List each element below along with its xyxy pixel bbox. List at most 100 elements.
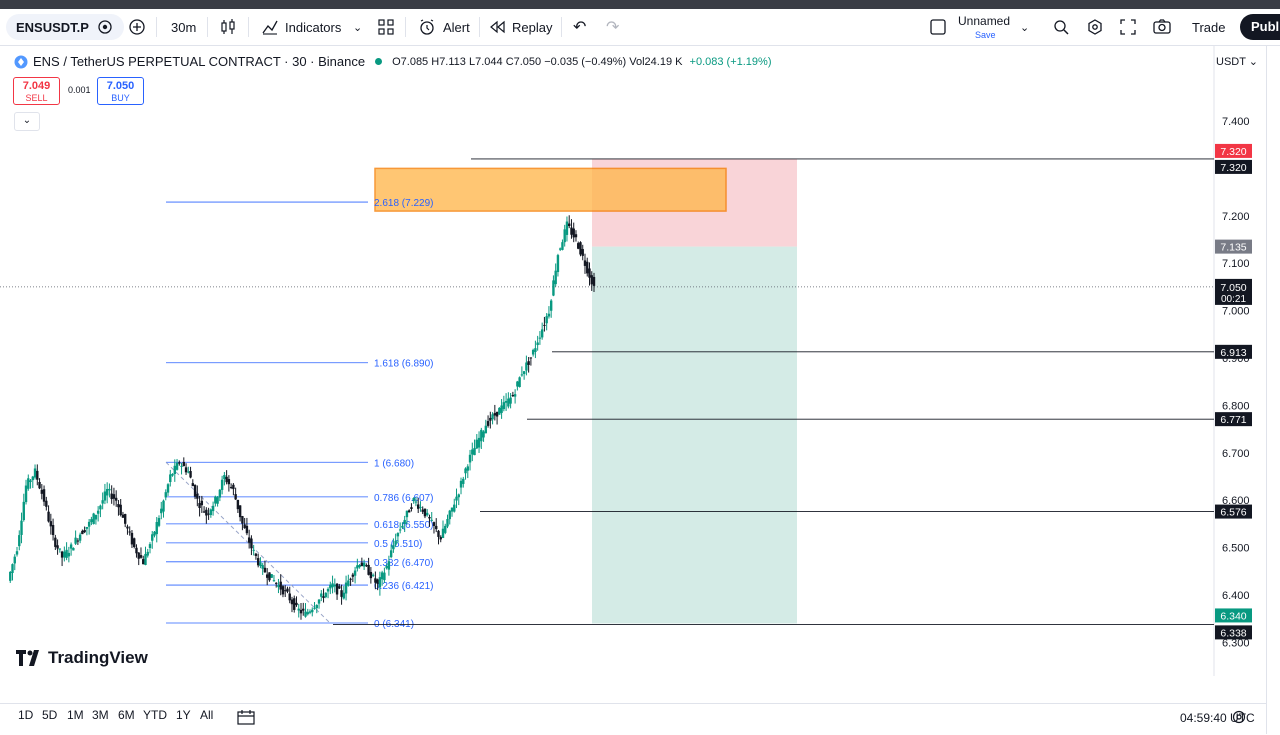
market-status-dot-icon: [375, 58, 383, 65]
candlestick: [367, 557, 370, 576]
compare-icon[interactable]: [96, 9, 114, 45]
candle-body: [128, 531, 131, 533]
candle-body: [121, 514, 125, 518]
alert-button[interactable]: Alert: [443, 9, 470, 45]
candle-body: [290, 599, 294, 605]
candle-body: [169, 474, 172, 483]
price-badge[interactable]: 7.320: [1215, 143, 1252, 158]
tradingview-logo[interactable]: TradingView: [16, 648, 148, 668]
candle-body: [74, 537, 77, 544]
candle-body: [198, 503, 201, 508]
price-badge[interactable]: 6.340: [1215, 608, 1252, 623]
indicators-button[interactable]: Indicators: [285, 9, 341, 45]
settings-gear-icon[interactable]: [1086, 9, 1104, 45]
candlestick: [58, 548, 62, 553]
price-badge[interactable]: 6.576: [1215, 504, 1252, 519]
candle-body: [259, 562, 262, 567]
candlestick: [218, 488, 222, 502]
candlestick: [85, 526, 89, 536]
candle-body: [450, 507, 454, 512]
price-badge[interactable]: 6.913: [1215, 344, 1252, 359]
candle-body: [581, 249, 584, 256]
buy-button[interactable]: 7.050 BUY: [97, 77, 144, 105]
candle-body: [482, 431, 485, 438]
candlestick: [455, 488, 458, 509]
indicators-chevron-down-icon[interactable]: ⌄: [353, 9, 362, 45]
candlestick: [175, 458, 179, 471]
replay-icon[interactable]: [488, 9, 506, 45]
range-button-5d[interactable]: 5D: [42, 708, 57, 722]
legend-title[interactable]: ENS / TetherUS PERPETUAL CONTRACT · 30 ·…: [33, 54, 365, 69]
candle-body: [493, 413, 497, 416]
add-symbol-icon[interactable]: [128, 9, 146, 45]
candlestick: [33, 464, 37, 480]
candle-body: [502, 402, 506, 410]
price-chart[interactable]: 2.618 (7.229) 1.618 (6.890) 1 (6.680) 0.786…: [0, 46, 1265, 676]
range-button-3m[interactable]: 3M: [92, 708, 109, 722]
candle-body: [426, 512, 429, 516]
currency-selector[interactable]: USDT ⌄: [1216, 55, 1258, 68]
candle-body: [49, 521, 53, 527]
candle-body: [214, 496, 217, 504]
replay-button[interactable]: Replay: [512, 9, 552, 45]
candle-body: [568, 223, 571, 227]
candle-body: [432, 522, 436, 526]
candlestick: [356, 558, 359, 572]
candlestick: [148, 542, 152, 554]
range-button-6m[interactable]: 6M: [118, 708, 135, 722]
chart-type-candles-icon[interactable]: [219, 9, 237, 45]
undo-icon[interactable]: ↶: [573, 9, 586, 45]
interval-button[interactable]: 30m: [171, 9, 196, 45]
candlestick: [202, 506, 206, 514]
range-button-1y[interactable]: 1Y: [176, 708, 191, 722]
price-badge[interactable]: 6.338: [1215, 625, 1252, 640]
range-button-ytd[interactable]: YTD: [143, 708, 167, 722]
date-range-calendar-icon[interactable]: [237, 709, 255, 728]
candle-body: [117, 504, 120, 508]
price-badge-label: 7.320: [1220, 162, 1246, 174]
layout-checkbox-icon[interactable]: [929, 9, 947, 45]
layout-chevron-down-icon[interactable]: ⌄: [1020, 9, 1029, 45]
redo-icon[interactable]: ↷: [606, 9, 619, 45]
range-button-1d[interactable]: 1D: [18, 708, 33, 722]
chart-settings-gear-icon[interactable]: [1232, 710, 1246, 727]
candlestick: [331, 575, 334, 594]
candle-body: [220, 479, 224, 490]
candle-body: [67, 552, 71, 557]
candle-body: [527, 361, 530, 365]
candle-body: [351, 574, 355, 577]
range-button-all[interactable]: All: [200, 708, 213, 722]
short-position-target-zone[interactable]: [592, 246, 797, 624]
candle-body: [272, 580, 276, 582]
candlestick: [205, 507, 208, 524]
legend-volume: Vol24.19 K: [629, 55, 683, 68]
candle-body: [135, 547, 138, 554]
trade-button[interactable]: Trade: [1192, 9, 1225, 45]
candlestick: [31, 475, 34, 489]
fullscreen-icon[interactable]: [1119, 9, 1137, 45]
symbol-name[interactable]: ENSUSDT.P: [16, 9, 89, 45]
candle-body: [538, 337, 542, 339]
price-badge[interactable]: 6.771: [1215, 412, 1252, 427]
candle-body: [394, 540, 397, 545]
candle-body: [281, 586, 285, 595]
price-badge[interactable]: 7.320: [1215, 159, 1252, 174]
candlestick: [498, 407, 501, 415]
candlestick: [290, 596, 294, 613]
alert-clock-icon[interactable]: [418, 9, 436, 45]
layout-grid-icon[interactable]: [377, 9, 395, 45]
indicators-icon[interactable]: [261, 9, 279, 45]
candlestick: [579, 241, 582, 257]
publish-button[interactable]: Publi: [1240, 14, 1280, 40]
sell-button[interactable]: 7.049 SELL: [13, 77, 60, 105]
collapse-legend-chevron-icon[interactable]: ⌄: [14, 112, 40, 131]
range-button-1m[interactable]: 1M: [67, 708, 84, 722]
quick-search-icon[interactable]: [1052, 9, 1070, 45]
candlestick: [315, 604, 318, 614]
candlestick: [563, 224, 566, 247]
current-price-badge[interactable]: 7.05000:21: [1215, 278, 1252, 305]
candle-body: [556, 255, 560, 273]
screenshot-camera-icon[interactable]: [1152, 9, 1172, 45]
candlestick: [466, 464, 469, 479]
price-badge[interactable]: 7.135: [1215, 239, 1252, 254]
